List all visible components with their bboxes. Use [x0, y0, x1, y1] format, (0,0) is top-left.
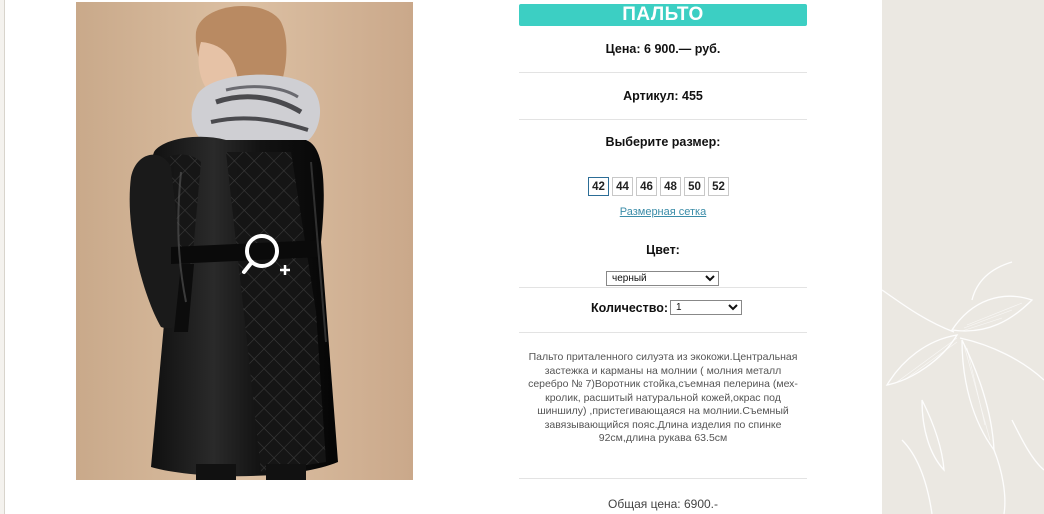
- size-selector: 42 44 46 48 50 52: [588, 177, 729, 196]
- total-price: Общая цена: 6900.-: [608, 497, 718, 511]
- divider: [519, 72, 807, 73]
- product-price: Цена: 6 900.— руб.: [605, 42, 721, 56]
- divider: [519, 287, 807, 288]
- divider: [519, 478, 807, 479]
- product-sku: Артикул: 455: [623, 89, 703, 103]
- product-info-panel: ПАЛЬТО: [519, 4, 807, 26]
- size-chart-link[interactable]: Размерная сетка: [519, 206, 807, 218]
- quantity-select[interactable]: 1: [670, 300, 743, 315]
- choose-size-label: Выберите размер:: [605, 135, 721, 149]
- divider: [519, 332, 807, 333]
- size-option-42[interactable]: 42: [588, 177, 609, 196]
- quantity-row: Количество: 1: [591, 300, 743, 315]
- decorative-floral-background: [882, 0, 1044, 514]
- divider: [519, 119, 807, 120]
- product-photo[interactable]: [76, 2, 413, 480]
- zoom-in-icon[interactable]: [242, 232, 294, 280]
- size-option-50[interactable]: 50: [684, 177, 705, 196]
- size-option-52[interactable]: 52: [708, 177, 729, 196]
- color-select[interactable]: черный: [606, 271, 719, 286]
- color-label: Цвет:: [646, 243, 680, 257]
- size-option-48[interactable]: 48: [660, 177, 681, 196]
- quantity-label: Количество:: [591, 300, 669, 315]
- size-option-46[interactable]: 46: [636, 177, 657, 196]
- floral-illustration: [882, 261, 1044, 514]
- product-description: Пальто приталенного силуэта из экокожи.Ц…: [528, 351, 798, 444]
- size-option-44[interactable]: 44: [612, 177, 633, 196]
- product-title-bar: ПАЛЬТО: [519, 4, 807, 26]
- product-title: ПАЛЬТО: [622, 4, 704, 25]
- page-left-divider: [4, 0, 5, 514]
